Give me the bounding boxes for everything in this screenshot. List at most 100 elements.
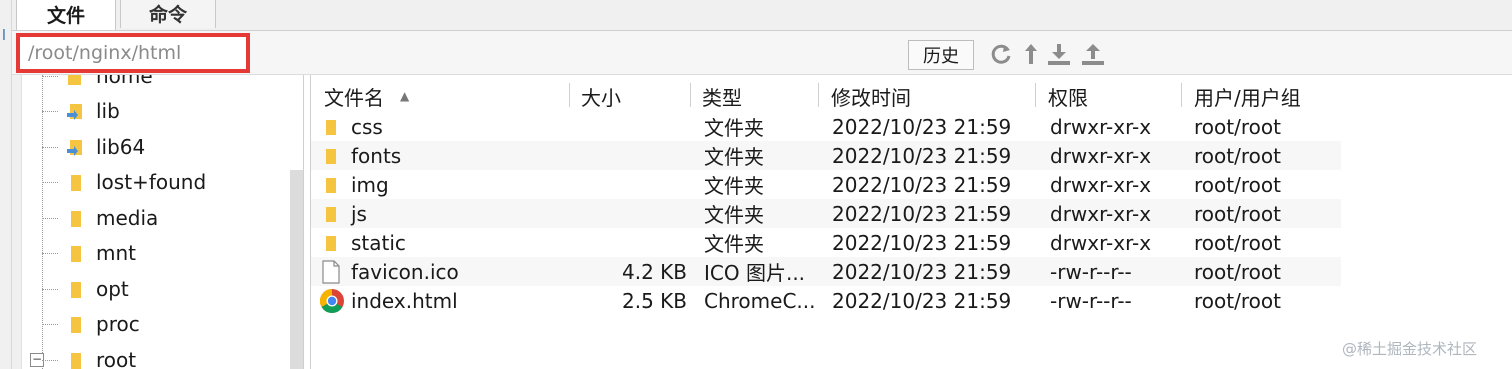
column-header-modified[interactable]: 修改时间: [831, 81, 911, 111]
file-row-index[interactable]: index.html 2.5 KB ChromeC... 2022/10/23 …: [311, 286, 1341, 315]
tree-item-label: lib64: [96, 135, 146, 159]
folder-icon: [326, 177, 336, 193]
file-type: ChromeC...: [704, 288, 816, 313]
file-permissions: drwxr-xr-x: [1050, 201, 1152, 226]
column-separator[interactable]: [1035, 83, 1036, 107]
folder-icon: [71, 282, 81, 298]
tab-files[interactable]: 文件: [16, 0, 116, 30]
file-row-fonts[interactable]: fonts 文件夹 2022/10/23 21:59 drwxr-xr-x ro…: [311, 141, 1341, 170]
file-type: 文件夹: [704, 145, 764, 169]
tree-gutter: [12, 75, 22, 369]
file-row-favicon[interactable]: favicon.ico 4.2 KB ICO 图片... 2022/10/23 …: [311, 257, 1341, 286]
file-list: 文件名 ▲ 大小 类型 修改时间 权限 用户/用户组 css 文件夹 2022/…: [310, 75, 1512, 369]
file-owner: root/root: [1194, 143, 1281, 168]
file-modified: 2022/10/23 21:59: [832, 172, 1012, 197]
file-name: css: [351, 114, 383, 139]
path-field-highlight: [16, 33, 250, 73]
file-owner: root/root: [1194, 114, 1281, 139]
file-modified: 2022/10/23 21:59: [832, 230, 1012, 255]
file-type: 文件夹: [704, 116, 764, 140]
tree-scrollbar[interactable]: [290, 170, 303, 369]
sort-ascending-icon: ▲: [400, 89, 410, 103]
folder-icon: [71, 175, 81, 191]
file-type: 文件夹: [704, 232, 764, 256]
chrome-icon: [319, 288, 344, 313]
folder-icon: [71, 246, 81, 262]
file-name: static: [351, 230, 406, 255]
tree-item-lib64[interactable]: lib64: [42, 132, 145, 162]
tab-bar: 文件 命令: [12, 0, 1512, 31]
column-header-permissions[interactable]: 权限: [1048, 81, 1088, 111]
tree-item-label: lib: [96, 99, 120, 123]
refresh-icon[interactable]: [988, 41, 1014, 67]
column-header-size[interactable]: 大小: [581, 81, 621, 111]
file-row-css[interactable]: css 文件夹 2022/10/23 21:59 drwxr-xr-x root…: [311, 112, 1341, 141]
tree-item-lost-found[interactable]: lost+found: [42, 167, 206, 197]
file-name: fonts: [351, 143, 402, 168]
folder-link-icon: [67, 104, 82, 120]
up-directory-icon[interactable]: [1018, 41, 1044, 67]
tree-item-lib[interactable]: lib: [42, 96, 120, 126]
tree-item-proc[interactable]: proc: [42, 309, 140, 339]
file-size: [581, 228, 687, 257]
folder-link-icon: [67, 140, 82, 156]
tree-item-opt[interactable]: opt: [42, 274, 129, 304]
column-separator[interactable]: [690, 83, 691, 107]
file-row-static[interactable]: static 文件夹 2022/10/23 21:59 drwxr-xr-x r…: [311, 228, 1341, 257]
file-modified: 2022/10/23 21:59: [832, 143, 1012, 168]
tab-commands[interactable]: 命令: [120, 0, 216, 28]
file-type: 文件夹: [704, 174, 764, 198]
file-modified: 2022/10/23 21:59: [832, 201, 1012, 226]
column-separator[interactable]: [569, 83, 570, 107]
folder-icon: [71, 211, 81, 227]
tree-item-home[interactable]: home: [42, 75, 153, 91]
folder-icon: [326, 119, 336, 135]
folder-icon: [326, 206, 336, 222]
file-owner: root/root: [1194, 259, 1281, 284]
file-type: ICO 图片...: [704, 261, 806, 285]
left-edge-glyph: l: [2, 28, 6, 44]
column-separator[interactable]: [818, 83, 819, 107]
file-size: [581, 199, 687, 228]
tree-item-media[interactable]: media: [42, 203, 158, 233]
tree-item-label: home: [96, 75, 153, 88]
path-input[interactable]: [20, 37, 246, 69]
file-owner: root/root: [1194, 230, 1281, 255]
upload-icon[interactable]: [1080, 41, 1106, 67]
window-left-edge: l: [0, 0, 12, 369]
tree-item-label: mnt: [96, 241, 136, 265]
file-owner: root/root: [1194, 288, 1281, 313]
watermark: @稀土掘金技术社区: [1342, 340, 1478, 358]
directory-tree[interactable]: home lib lib64 lost+found media mnt opt …: [12, 75, 304, 369]
file-modified: 2022/10/23 21:59: [832, 288, 1012, 313]
file-modified: 2022/10/23 21:59: [832, 114, 1012, 139]
file-name: img: [351, 172, 389, 197]
file-size: 4.2 KB: [622, 259, 687, 284]
file-size: [581, 112, 687, 141]
tree-item-mnt[interactable]: mnt: [42, 238, 136, 268]
file-permissions: drwxr-xr-x: [1050, 172, 1152, 197]
file-modified: 2022/10/23 21:59: [832, 259, 1012, 284]
column-header-type[interactable]: 类型: [702, 81, 742, 111]
download-icon[interactable]: [1046, 41, 1072, 67]
column-header-owner[interactable]: 用户/用户组: [1194, 81, 1301, 111]
file-permissions: drwxr-xr-x: [1050, 230, 1152, 255]
column-header-name[interactable]: 文件名 ▲: [324, 81, 409, 111]
file-owner: root/root: [1194, 201, 1281, 226]
file-row-js[interactable]: js 文件夹 2022/10/23 21:59 drwxr-xr-x root/…: [311, 199, 1341, 228]
tree-item-label: lost+found: [96, 170, 207, 194]
file-permissions: drwxr-xr-x: [1050, 143, 1152, 168]
file-size: [581, 170, 687, 199]
file-size: [581, 141, 687, 170]
file-permissions: drwxr-xr-x: [1050, 114, 1152, 139]
folder-icon: [71, 353, 81, 369]
tree-item-label: root: [96, 348, 137, 369]
column-separator[interactable]: [1181, 83, 1182, 107]
folder-icon: [68, 75, 81, 85]
file-permissions: -rw-r--r--: [1050, 259, 1132, 284]
tree-item-root[interactable]: root: [42, 345, 136, 369]
history-button[interactable]: 历史: [908, 40, 974, 70]
folder-icon: [71, 317, 81, 333]
tree-item-label: proc: [96, 312, 140, 336]
file-row-img[interactable]: img 文件夹 2022/10/23 21:59 drwxr-xr-x root…: [311, 170, 1341, 199]
